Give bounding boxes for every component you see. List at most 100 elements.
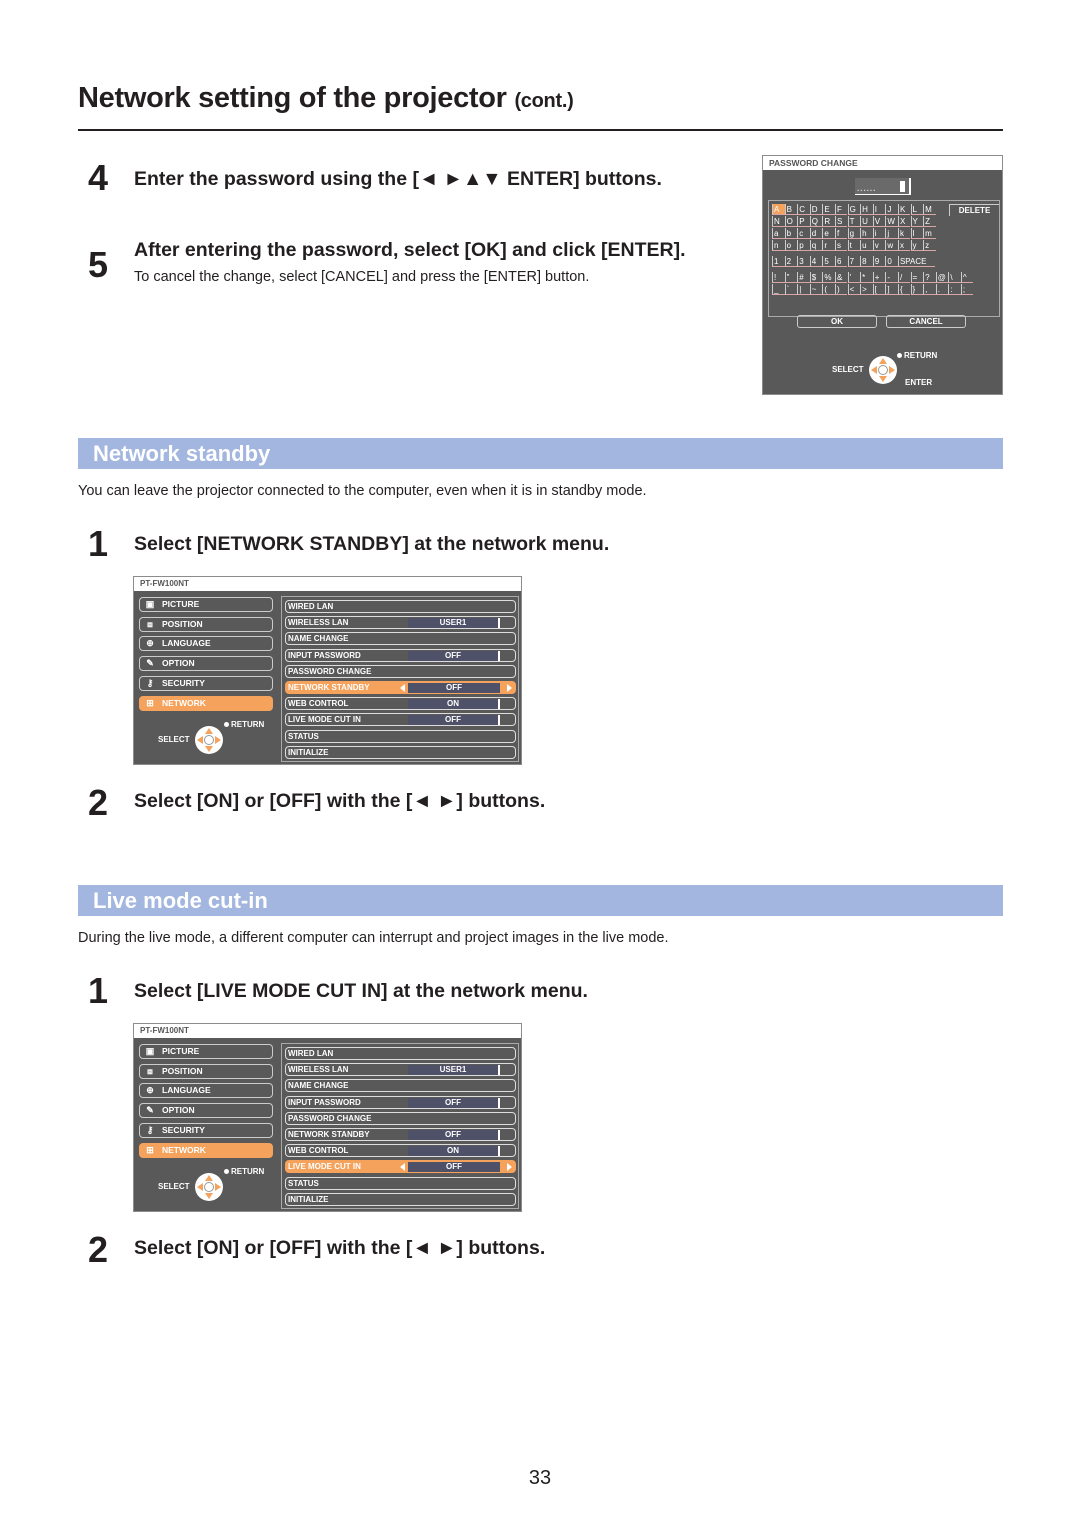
submenu-item-live-mode-cut-in[interactable]: LIVE MODE CUT IN OFF <box>285 713 516 727</box>
key-`[interactable]: ` <box>784 284 798 295</box>
key-Q[interactable]: Q <box>809 216 823 227</box>
menu-item-language[interactable]: ⊕ LANGUAGE <box>139 1083 273 1099</box>
key-{[interactable]: { <box>897 284 911 295</box>
key-#[interactable]: # <box>797 272 810 283</box>
submenu-item-network-standby[interactable]: NETWORK STANDBY OFF <box>285 1128 516 1141</box>
key-J[interactable]: J <box>885 204 898 215</box>
submenu-item-password-change[interactable]: PASSWORD CHANGE <box>285 1111 516 1125</box>
key-A[interactable]: A <box>772 204 785 215</box>
key-O[interactable]: O <box>784 216 798 227</box>
key-W[interactable]: W <box>885 216 898 227</box>
key-9[interactable]: 9 <box>872 256 886 267</box>
key-.[interactable]: . <box>935 284 949 295</box>
submenu-item-input-password[interactable]: INPUT PASSWORD OFF <box>285 648 516 662</box>
key-n[interactable]: n <box>772 240 785 251</box>
key-:[interactable]: : <box>948 284 961 295</box>
key-f[interactable]: f <box>834 228 848 239</box>
submenu-item-live-mode-cut-in[interactable]: LIVE MODE CUT IN OFF <box>285 1160 516 1174</box>
key-2[interactable]: 2 <box>784 256 798 267</box>
key->[interactable]: > <box>860 284 873 295</box>
key-d[interactable]: d <box>809 228 823 239</box>
key-&[interactable]: & <box>834 272 848 283</box>
key-M[interactable]: M <box>923 204 936 215</box>
arrow-left-icon[interactable] <box>400 684 405 692</box>
submenu-item-wireless-lan[interactable]: WIRELESS LAN USER1 <box>285 616 516 630</box>
submenu-item-wireless-lan[interactable]: WIRELESS LAN USER1 <box>285 1063 516 1077</box>
key-z[interactable]: z <box>923 240 936 251</box>
key-Y[interactable]: Y <box>910 216 924 227</box>
arrow-left-icon[interactable] <box>400 1163 405 1172</box>
submenu-item-web-control[interactable]: WEB CONTROL ON <box>285 697 516 711</box>
key-'[interactable]: ' <box>847 272 861 283</box>
key-4[interactable]: 4 <box>809 256 823 267</box>
menu-item-picture[interactable]: ▣ PICTURE <box>139 1044 273 1059</box>
key-[[interactable]: [ <box>872 284 886 295</box>
key-t[interactable]: t <box>847 240 861 251</box>
key-([interactable]: ( <box>822 284 835 295</box>
key-r[interactable]: r <box>822 240 835 251</box>
key-$[interactable]: $ <box>809 272 823 283</box>
key-+[interactable]: + <box>872 272 886 283</box>
key-D[interactable]: D <box>809 204 823 215</box>
key-l[interactable]: l <box>910 228 924 239</box>
key-@[interactable]: @ <box>935 272 949 283</box>
submenu-item-input-password[interactable]: INPUT PASSWORD OFF <box>285 1095 516 1109</box>
arrow-right-icon[interactable] <box>507 1163 512 1172</box>
key-y[interactable]: y <box>910 240 924 251</box>
key-^[interactable]: ^ <box>960 272 974 283</box>
key-\[interactable]: \ <box>948 272 961 283</box>
key-/[interactable]: / <box>897 272 911 283</box>
menu-item-security[interactable]: ⚷ SECURITY <box>139 675 273 691</box>
delete-key[interactable]: DELETE <box>949 204 999 216</box>
key-T[interactable]: T <box>847 216 861 227</box>
key-w[interactable]: w <box>885 240 898 251</box>
submenu-item-wired-lan[interactable]: WIRED LAN <box>285 1047 516 1060</box>
submenu-item-name-change[interactable]: NAME CHANGE <box>285 632 516 646</box>
key-G[interactable]: G <box>847 204 861 215</box>
key-~[interactable]: ~ <box>809 284 823 295</box>
key-h[interactable]: h <box>860 228 873 239</box>
submenu-item-wired-lan[interactable]: WIRED LAN <box>285 600 516 613</box>
cancel-button[interactable]: CANCEL <box>886 315 966 328</box>
menu-item-position[interactable]: ⧈ POSITION <box>139 616 273 632</box>
key-L[interactable]: L <box>910 204 924 215</box>
key-![interactable]: ! <box>772 272 785 283</box>
key-u[interactable]: u <box>860 240 873 251</box>
menu-item-option[interactable]: ✎ OPTION <box>139 1103 273 1119</box>
key-C[interactable]: C <box>797 204 810 215</box>
key-i[interactable]: i <box>872 228 886 239</box>
space-key[interactable]: SPACE <box>897 256 935 267</box>
key-E[interactable]: E <box>822 204 835 215</box>
key-U[interactable]: U <box>860 216 873 227</box>
menu-item-network[interactable]: ⊞ NETWORK <box>139 695 273 711</box>
key-v[interactable]: v <box>872 240 886 251</box>
menu-item-language[interactable]: ⊕ LANGUAGE <box>139 636 273 652</box>
menu-item-position[interactable]: ⧈ POSITION <box>139 1063 273 1079</box>
key-3[interactable]: 3 <box>797 256 810 267</box>
key-B[interactable]: B <box>784 204 798 215</box>
submenu-item-network-standby[interactable]: NETWORK STANDBY OFF <box>285 681 516 694</box>
submenu-item-initialize[interactable]: INITIALIZE <box>285 1192 516 1206</box>
submenu-item-web-control[interactable]: WEB CONTROL ON <box>285 1144 516 1158</box>
key-X[interactable]: X <box>897 216 911 227</box>
key-_[interactable]: _ <box>772 284 785 295</box>
submenu-item-status[interactable]: STATUS <box>285 729 516 743</box>
key-k[interactable]: k <box>897 228 911 239</box>
menu-item-security[interactable]: ⚷ SECURITY <box>139 1122 273 1138</box>
key-*[interactable]: * <box>860 272 873 283</box>
submenu-item-status[interactable]: STATUS <box>285 1176 516 1190</box>
submenu-item-initialize[interactable]: INITIALIZE <box>285 745 516 759</box>
key-%[interactable]: % <box>822 272 835 283</box>
key-"[interactable]: " <box>784 272 798 283</box>
arrow-right-icon[interactable] <box>507 684 512 692</box>
key-)[interactable]: ) <box>834 284 848 295</box>
key-=[interactable]: = <box>910 272 924 283</box>
key-5[interactable]: 5 <box>822 256 835 267</box>
key-}[interactable]: } <box>910 284 924 295</box>
key-H[interactable]: H <box>860 204 873 215</box>
key-o[interactable]: o <box>784 240 798 251</box>
key-m[interactable]: m <box>923 228 936 239</box>
key-8[interactable]: 8 <box>860 256 873 267</box>
key-K[interactable]: K <box>897 204 911 215</box>
menu-item-picture[interactable]: ▣ PICTURE <box>139 597 273 612</box>
